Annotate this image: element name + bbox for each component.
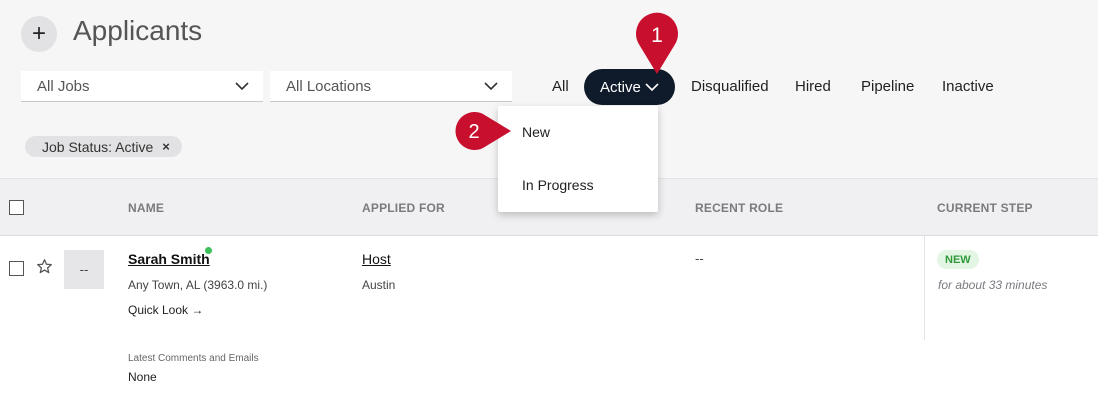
menu-item-new[interactable]: New: [522, 124, 550, 140]
select-all-checkbox[interactable]: [9, 200, 24, 215]
online-status-dot: [205, 247, 212, 254]
applied-job-link[interactable]: Host: [362, 251, 391, 267]
plus-icon: +: [31, 20, 46, 47]
locations-select[interactable]: All Locations: [270, 71, 512, 102]
menu-item-in-progress[interactable]: In Progress: [522, 177, 594, 193]
applied-job-city: Austin: [362, 278, 396, 292]
tab-pipeline[interactable]: Pipeline: [861, 78, 914, 95]
star-icon[interactable]: [36, 258, 53, 275]
chevron-down-icon: [645, 83, 659, 92]
quick-look-link[interactable]: Quick Look →: [128, 303, 203, 317]
step-duration: for about 33 minutes: [938, 278, 1048, 292]
applicant-name-link[interactable]: Sarah Smith: [128, 251, 210, 267]
recent-role: --: [695, 251, 704, 266]
chevron-down-icon: [235, 82, 249, 91]
add-applicant-button[interactable]: +: [21, 16, 57, 52]
tab-active-label: Active: [600, 78, 641, 96]
tab-inactive[interactable]: Inactive: [942, 78, 994, 95]
row-checkbox[interactable]: [9, 261, 24, 276]
filter-chip: Job Status: Active ×: [25, 136, 182, 157]
close-icon[interactable]: ×: [162, 139, 170, 154]
jobs-select-value: All Jobs: [37, 77, 90, 95]
callout-2-number: 2: [468, 121, 479, 143]
chevron-down-icon: [484, 82, 498, 91]
comments-value: None: [128, 370, 157, 384]
status-badge: NEW: [937, 250, 979, 269]
column-divider: [924, 236, 925, 340]
tab-disqualified[interactable]: Disqualified: [691, 78, 769, 95]
callout-marker-2: 2: [455, 112, 511, 150]
column-header-applied-for[interactable]: APPLIED FOR: [362, 201, 445, 215]
table-row[interactable]: -- Sarah Smith Any Town, AL (3963.0 mi.)…: [0, 236, 1098, 395]
locations-select-value: All Locations: [286, 77, 372, 95]
filter-chip-label: Job Status: Active: [42, 138, 154, 155]
avatar: --: [64, 250, 104, 289]
column-header-recent-role[interactable]: RECENT ROLE: [695, 201, 783, 215]
tab-hired[interactable]: Hired: [795, 78, 831, 95]
column-header-current-step[interactable]: CURRENT STEP: [937, 201, 1033, 215]
applicant-location: Any Town, AL (3963.0 mi.): [128, 278, 268, 292]
comments-label: Latest Comments and Emails: [128, 353, 259, 364]
tab-all[interactable]: All: [552, 78, 569, 95]
page-title: Applicants: [73, 15, 203, 46]
column-header-name[interactable]: NAME: [128, 201, 164, 215]
callout-1-number: 1: [651, 24, 663, 47]
callout-marker-1: 1: [636, 12, 678, 74]
jobs-select[interactable]: All Jobs: [21, 71, 263, 102]
status-dropdown-menu: New In Progress: [498, 106, 658, 212]
